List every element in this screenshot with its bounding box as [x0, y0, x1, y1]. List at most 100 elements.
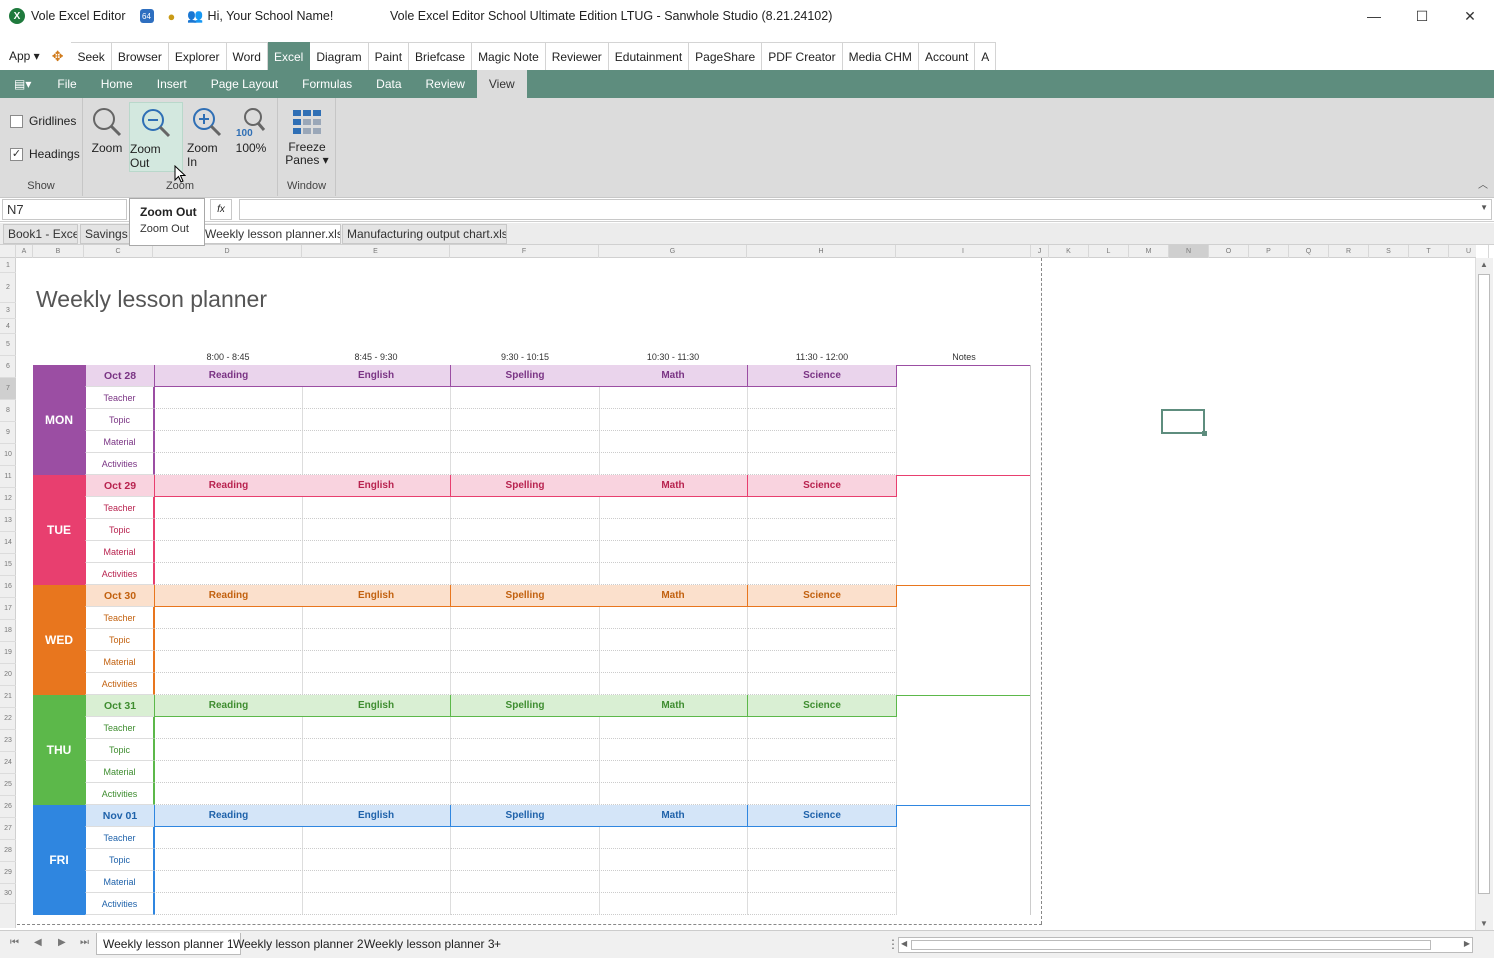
lesson-cell[interactable] — [748, 673, 897, 695]
subject-cell[interactable]: Science — [748, 365, 897, 387]
row-header[interactable]: 26 — [0, 796, 16, 818]
row-header[interactable]: 27 — [0, 818, 16, 840]
lesson-cell[interactable] — [451, 387, 600, 409]
lesson-cell[interactable] — [599, 431, 748, 453]
lesson-cell[interactable] — [748, 497, 897, 519]
row-header[interactable]: 2 — [0, 273, 16, 303]
row-label-teacher[interactable]: Teacher — [85, 387, 154, 409]
row-header[interactable]: 15 — [0, 554, 16, 576]
lesson-cell[interactable] — [451, 607, 600, 629]
headings-checkbox[interactable]: ✓ Headings — [10, 147, 80, 161]
layout-move-icon[interactable]: ✥ — [43, 42, 72, 70]
lesson-cell[interactable] — [451, 827, 600, 849]
lesson-cell[interactable] — [154, 387, 303, 409]
ribbon-tab-home[interactable]: Home — [89, 70, 145, 98]
lesson-cell[interactable] — [302, 739, 451, 761]
lesson-cell[interactable] — [154, 717, 303, 739]
scroll-left-icon[interactable]: ◀ — [901, 939, 907, 948]
app-tab-0[interactable]: App ▾ — [0, 42, 44, 70]
vertical-scrollbar[interactable]: ▲ ▼ — [1475, 258, 1493, 930]
lesson-cell[interactable] — [748, 409, 897, 431]
row-label-topic[interactable]: Topic — [85, 519, 154, 541]
lesson-cell[interactable] — [451, 761, 600, 783]
lesson-cell[interactable] — [748, 519, 897, 541]
subject-cell[interactable]: Spelling — [451, 475, 600, 497]
medal-icon[interactable]: ● — [168, 9, 176, 24]
lesson-cell[interactable] — [599, 849, 748, 871]
subject-cell[interactable]: English — [302, 475, 451, 497]
lesson-cell[interactable] — [302, 387, 451, 409]
lesson-cell[interactable] — [154, 871, 303, 893]
lesson-cell[interactable] — [154, 541, 303, 563]
row-header[interactable]: 7 — [0, 378, 16, 400]
row-label-topic[interactable]: Topic — [85, 739, 154, 761]
notes-cell[interactable] — [897, 475, 1031, 585]
lesson-cell[interactable] — [748, 629, 897, 651]
zoom-100-button[interactable]: 100 100% — [231, 102, 271, 172]
zoom-out-button[interactable]: Zoom Out — [129, 102, 183, 172]
first-sheet-icon[interactable]: ⏮ — [10, 937, 19, 948]
lesson-cell[interactable] — [154, 783, 303, 805]
lesson-cell[interactable] — [154, 849, 303, 871]
zoom-in-button[interactable]: Zoom In — [187, 102, 227, 172]
app-tab-7[interactable]: Paint — [368, 42, 410, 70]
day-label[interactable]: THU — [33, 695, 85, 805]
lesson-cell[interactable] — [302, 717, 451, 739]
row-label-material[interactable]: Material — [85, 541, 154, 563]
column-header[interactable]: C — [84, 245, 153, 258]
day-date[interactable]: Oct 29 — [85, 475, 154, 497]
subject-cell[interactable]: Math — [599, 365, 748, 387]
subject-cell[interactable]: Reading — [154, 475, 303, 497]
lesson-cell[interactable] — [451, 497, 600, 519]
ribbon-tab-file[interactable]: File — [45, 70, 88, 98]
app-tab-13[interactable]: PDF Creator — [762, 42, 843, 70]
subject-cell[interactable]: Science — [748, 585, 897, 607]
row-label-topic[interactable]: Topic — [85, 629, 154, 651]
lesson-cell[interactable] — [154, 739, 303, 761]
row-header[interactable]: 23 — [0, 730, 16, 752]
lesson-cell[interactable] — [748, 563, 897, 585]
column-header[interactable]: G — [599, 245, 747, 258]
row-header[interactable]: 6 — [0, 356, 16, 378]
column-header[interactable]: J — [1031, 245, 1049, 258]
lesson-cell[interactable] — [599, 629, 748, 651]
app-tab-9[interactable]: Magic Note — [472, 42, 546, 70]
lesson-cell[interactable] — [302, 431, 451, 453]
row-header[interactable]: 25 — [0, 774, 16, 796]
lesson-cell[interactable] — [302, 827, 451, 849]
lesson-cell[interactable] — [748, 541, 897, 563]
lesson-cell[interactable] — [154, 563, 303, 585]
row-header[interactable]: 18 — [0, 620, 16, 642]
lesson-cell[interactable] — [451, 431, 600, 453]
app-tab-15[interactable]: Account — [918, 42, 976, 70]
app-tab-4[interactable]: Word — [226, 42, 268, 70]
column-header[interactable]: K — [1049, 245, 1089, 258]
row-label-teacher[interactable]: Teacher — [85, 607, 154, 629]
row-header[interactable]: 9 — [0, 422, 16, 444]
sheet-tab[interactable]: Weekly lesson planner 3 — [358, 933, 501, 955]
column-header[interactable]: N — [1169, 245, 1209, 258]
app-tab-11[interactable]: Edutainment — [608, 42, 690, 70]
column-header[interactable]: R — [1329, 245, 1369, 258]
lesson-cell[interactable] — [451, 717, 600, 739]
row-label-material[interactable]: Material — [85, 871, 154, 893]
lesson-cell[interactable] — [748, 607, 897, 629]
lesson-cell[interactable] — [599, 871, 748, 893]
app-tab-8[interactable]: Briefcase — [409, 42, 473, 70]
lesson-cell[interactable] — [748, 431, 897, 453]
lesson-cell[interactable] — [451, 453, 600, 475]
lesson-cell[interactable] — [451, 519, 600, 541]
subject-cell[interactable]: Spelling — [451, 805, 600, 827]
lesson-cell[interactable] — [302, 871, 451, 893]
lesson-cell[interactable] — [748, 761, 897, 783]
app-tab-2[interactable]: Browser — [111, 42, 169, 70]
lesson-cell[interactable] — [154, 651, 303, 673]
lesson-cell[interactable] — [748, 717, 897, 739]
app-tab-1[interactable]: Seek — [71, 42, 112, 70]
day-date[interactable]: Oct 30 — [85, 585, 154, 607]
column-header[interactable]: U — [1449, 245, 1489, 258]
column-header[interactable]: M — [1129, 245, 1169, 258]
lesson-cell[interactable] — [302, 519, 451, 541]
column-header[interactable]: F — [450, 245, 599, 258]
name-box[interactable]: N7 — [2, 199, 127, 220]
